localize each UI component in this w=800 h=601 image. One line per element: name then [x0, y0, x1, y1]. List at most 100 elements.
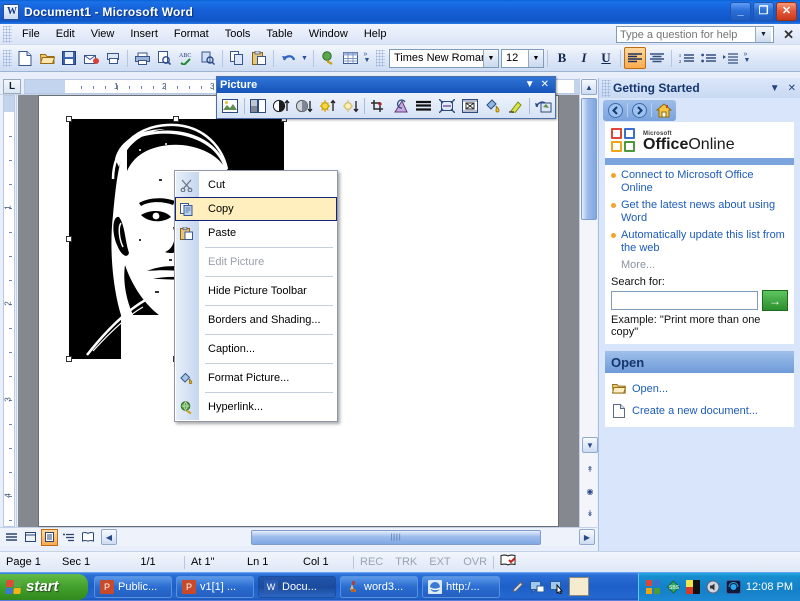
context-menu-item-copy[interactable]: Copy — [175, 197, 337, 221]
email-icon[interactable] — [80, 47, 102, 69]
bold-button[interactable]: B — [551, 47, 573, 69]
print-layout-view-button[interactable] — [41, 528, 58, 546]
formatting-toolbar-grip[interactable] — [376, 49, 385, 67]
context-menu-item-paste[interactable]: Paste — [175, 221, 337, 245]
scroll-left-button[interactable]: ◀ — [101, 529, 117, 545]
select-browse-object-button[interactable]: ◉ — [582, 483, 598, 499]
back-button[interactable] — [605, 101, 626, 120]
new-document-icon[interactable] — [14, 47, 36, 69]
insert-hyperlink-icon[interactable] — [317, 47, 339, 69]
list-item[interactable]: Get the latest news about using Word — [611, 199, 788, 225]
normal-view-button[interactable] — [3, 529, 20, 546]
restore-button[interactable]: ❐ — [753, 2, 774, 21]
vertical-ruler-track[interactable]: 1 2 3 4 — [3, 95, 15, 527]
print-preview-icon[interactable] — [153, 47, 175, 69]
selection-handle-nw[interactable] — [66, 116, 72, 122]
link-open[interactable]: Open... — [632, 383, 668, 395]
link-connect-office-online[interactable]: Connect to Microsoft Office Online — [621, 169, 788, 195]
notepad-icon[interactable] — [569, 577, 589, 596]
link-latest-news[interactable]: Get the latest news about using Word — [621, 199, 788, 225]
formatting-toolbar-overflow[interactable]: » ▼ — [741, 47, 753, 69]
bullets-button[interactable] — [697, 47, 719, 69]
taskbar-item-v1[interactable]: P v1[1] ... — [176, 575, 254, 598]
align-left-button[interactable] — [624, 47, 646, 69]
outline-view-button[interactable] — [60, 529, 77, 546]
horizontal-scroll-thumb[interactable]: |||| — [251, 529, 541, 545]
spelling-grammar-icon[interactable]: ABC — [175, 47, 197, 69]
ask-a-question-box[interactable]: ▼ — [616, 26, 774, 43]
save-icon[interactable] — [58, 47, 80, 69]
color-squares-icon[interactable] — [686, 579, 701, 594]
menu-item-window[interactable]: Window — [301, 26, 356, 42]
context-menu-item-cut[interactable]: Cut — [175, 173, 337, 197]
crop-icon[interactable] — [367, 95, 390, 117]
next-page-button[interactable]: ↡ — [582, 505, 598, 521]
chevron-down-icon[interactable]: ▼ — [483, 49, 498, 67]
taskbar-item-public[interactable]: P Public... — [94, 575, 172, 598]
undo-dropdown-icon[interactable]: ▼ — [299, 47, 310, 69]
open-folder-icon[interactable] — [36, 47, 58, 69]
taskbar-item-browser[interactable]: http:/... — [422, 575, 500, 598]
menu-item-help[interactable]: Help — [356, 26, 395, 42]
color-icon[interactable] — [247, 95, 270, 117]
standard-toolbar-overflow[interactable]: » ▼ — [361, 47, 373, 69]
previous-page-button[interactable]: ↟ — [582, 461, 598, 477]
copy-icon[interactable] — [226, 47, 248, 69]
status-trk[interactable]: TRK — [389, 556, 423, 568]
more-brightness-icon[interactable] — [316, 95, 339, 117]
less-brightness-icon[interactable] — [339, 95, 362, 117]
scroll-right-button[interactable]: ▶ — [579, 529, 595, 545]
font-size-combo[interactable]: 12 ▼ — [501, 48, 544, 68]
chevron-down-icon[interactable]: ▼ — [755, 27, 771, 42]
selection-handle-n[interactable] — [173, 116, 179, 122]
context-menu-item-borders-and-shading[interactable]: Borders and Shading... — [175, 308, 337, 332]
scroll-down-button[interactable]: ▼ — [582, 437, 598, 453]
reset-picture-icon[interactable] — [532, 95, 555, 117]
close-icon[interactable]: ✕ — [538, 80, 552, 90]
more-contrast-icon[interactable] — [270, 95, 293, 117]
context-menu-item-hyperlink[interactable]: Hyperlink... — [175, 395, 337, 419]
less-contrast-icon[interactable] — [293, 95, 316, 117]
sbs-icon[interactable]: SBS — [666, 579, 681, 594]
menu-item-format[interactable]: Format — [166, 26, 217, 42]
context-menu-item-caption[interactable]: Caption... — [175, 337, 337, 361]
underline-button[interactable]: U — [595, 47, 617, 69]
list-item[interactable]: Create a new document... — [611, 400, 788, 422]
set-transparent-color-icon[interactable] — [504, 95, 527, 117]
context-menu-item-format-picture[interactable]: Format Picture... — [175, 366, 337, 390]
paste-icon[interactable] — [248, 47, 270, 69]
standard-toolbar-grip[interactable] — [3, 49, 12, 67]
chevron-down-icon[interactable]: ▼ — [528, 49, 543, 67]
list-item[interactable]: Open... — [611, 378, 788, 400]
horizontal-scrollbar-row[interactable]: ◀ |||| ▶ — [0, 527, 597, 546]
home-button[interactable] — [653, 101, 674, 120]
status-ext[interactable]: EXT — [423, 556, 457, 568]
minimize-button[interactable]: _ — [730, 2, 751, 21]
print-preview-search-icon[interactable] — [102, 47, 124, 69]
numbering-button[interactable]: 12 — [675, 47, 697, 69]
font-name-combo[interactable]: Times New Roman ▼ — [389, 48, 499, 68]
format-picture-icon[interactable] — [481, 95, 504, 117]
start-button[interactable]: start — [0, 573, 88, 600]
taskbar-item-document[interactable]: W Docu... — [258, 575, 336, 598]
menu-item-file[interactable]: File — [14, 26, 48, 42]
italic-button[interactable]: I — [573, 47, 595, 69]
vertical-ruler[interactable]: 1 2 3 4 — [0, 95, 17, 527]
close-button[interactable]: ✕ — [776, 2, 797, 21]
link-auto-update[interactable]: Automatically update this list from the … — [621, 229, 788, 255]
context-menu-item-hide-picture-toolbar[interactable]: Hide Picture Toolbar — [175, 279, 337, 303]
rotate-left-icon[interactable] — [389, 95, 412, 117]
picture-toolbar[interactable]: Picture ▼ ✕ — [216, 76, 556, 119]
print-icon[interactable] — [131, 47, 153, 69]
status-rec[interactable]: REC — [354, 556, 389, 568]
chevron-down-icon[interactable]: ▼ — [522, 80, 538, 90]
list-item[interactable]: Automatically update this list from the … — [611, 229, 788, 255]
close-icon[interactable]: ✕ — [784, 83, 800, 94]
taskbar-item-word3[interactable]: word3... — [340, 575, 418, 598]
cursor-icon[interactable] — [549, 578, 566, 595]
scroll-up-button[interactable]: ▲ — [581, 79, 597, 95]
forward-button[interactable] — [629, 101, 650, 120]
picture-toolbar-caption[interactable]: Picture ▼ ✕ — [217, 77, 555, 93]
align-center-button[interactable] — [646, 47, 668, 69]
compress-pictures-icon[interactable] — [435, 95, 458, 117]
